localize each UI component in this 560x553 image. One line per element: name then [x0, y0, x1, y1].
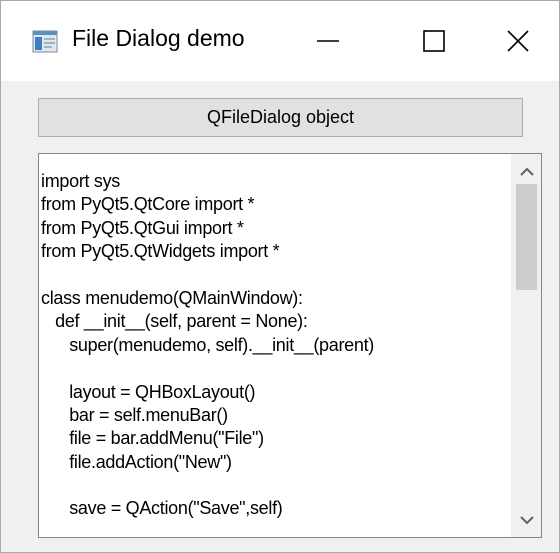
close-button[interactable]	[475, 1, 560, 81]
code-line: bar = self.menuBar()	[41, 404, 228, 425]
maximize-icon	[423, 30, 445, 52]
app-window: File Dialog demo QFileDialog object impo…	[0, 0, 560, 553]
scroll-down-button[interactable]	[512, 507, 541, 533]
code-line: from PyQt5.QtWidgets import *	[41, 241, 280, 262]
scroll-thumb[interactable]	[516, 184, 537, 290]
scroll-up-button[interactable]	[512, 158, 541, 184]
minimize-button[interactable]	[285, 1, 371, 81]
window-title: File Dialog demo	[72, 25, 245, 51]
chevron-up-icon	[520, 167, 534, 176]
vertical-scrollbar[interactable]	[511, 154, 541, 537]
code-content[interactable]: import sys from PyQt5.QtCore import * from…	[41, 170, 511, 521]
chevron-down-icon	[520, 515, 534, 524]
code-line: super(menudemo, self).__init__(parent)	[41, 334, 374, 355]
code-line: layout = QHBoxLayout()	[41, 381, 256, 402]
code-line: def __init__(self, parent = None):	[41, 311, 308, 332]
qfiledialog-button[interactable]: QFileDialog object	[38, 98, 523, 137]
code-text-edit[interactable]: import sys from PyQt5.QtCore import * from…	[38, 153, 542, 538]
maximize-button[interactable]	[391, 1, 477, 81]
close-icon	[507, 30, 529, 52]
code-line: import sys	[41, 171, 121, 191]
code-line: class menudemo(QMainWindow):	[41, 287, 303, 308]
minimize-icon	[317, 40, 339, 42]
app-window-icon	[32, 30, 58, 53]
code-line: from PyQt5.QtCore import *	[41, 194, 255, 215]
code-line: from PyQt5.QtGui import *	[41, 217, 244, 238]
title-bar[interactable]: File Dialog demo	[1, 1, 559, 81]
window-content: QFileDialog object import sys from PyQt5.…	[1, 81, 559, 552]
code-line: file.addAction("New")	[41, 451, 232, 472]
code-line: file = bar.addMenu("File")	[41, 428, 264, 449]
code-line: save = QAction("Save",self)	[41, 498, 283, 519]
